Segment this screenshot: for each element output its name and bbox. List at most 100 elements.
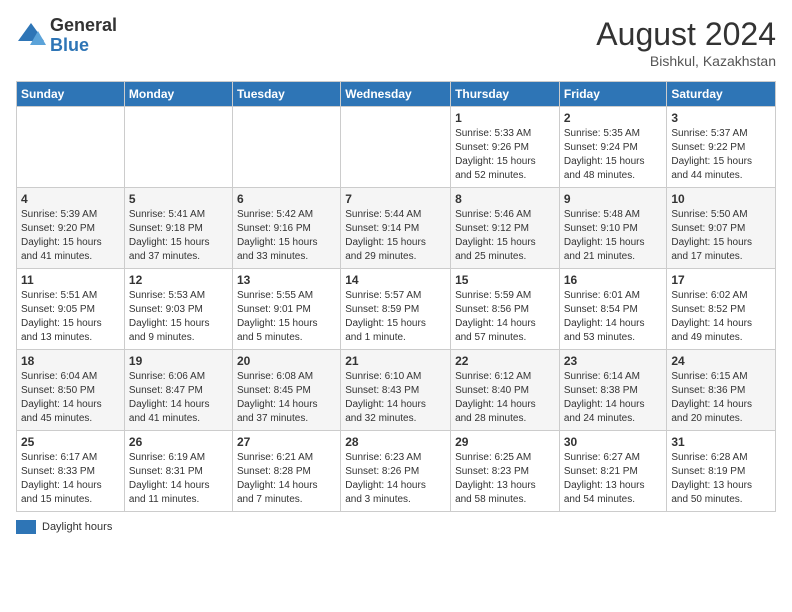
day-number: 17 [671,273,771,287]
day-number: 11 [21,273,120,287]
day-info: Sunrise: 5:48 AM Sunset: 9:10 PM Dayligh… [564,208,663,264]
calendar-day-cell: 23 Sunrise: 6:14 AM Sunset: 8:38 PM Dayli… [559,350,667,431]
day-number: 25 [21,435,120,449]
calendar-day-cell: 22 Sunrise: 6:12 AM Sunset: 8:40 PM Dayli… [451,350,560,431]
weekday-header: Thursday [451,82,560,107]
day-info: Sunrise: 5:59 AM Sunset: 8:56 PM Dayligh… [455,289,555,345]
day-number: 23 [564,354,663,368]
calendar-day-cell [17,107,125,188]
calendar-week-row: 11Sunrise: 5:51 AM Sunset: 9:05 PM Dayli… [17,269,776,350]
day-number: 29 [455,435,555,449]
day-number: 21 [345,354,446,368]
logo: General Blue [16,16,117,56]
day-info: Sunrise: 6:06 AM Sunset: 8:47 PM Dayligh… [129,370,228,426]
calendar-day-cell: 29 Sunrise: 6:25 AM Sunset: 8:23 PM Dayli… [451,431,560,512]
calendar-day-cell [232,107,340,188]
month-year: August 2024 [596,16,776,53]
day-info: Sunrise: 6:04 AM Sunset: 8:50 PM Dayligh… [21,370,120,426]
calendar-table: SundayMondayTuesdayWednesdayThursdayFrid… [16,81,776,512]
day-number: 16 [564,273,663,287]
calendar-day-cell: 31 Sunrise: 6:28 AM Sunset: 8:19 PM Dayli… [667,431,776,512]
day-number: 28 [345,435,446,449]
day-number: 12 [129,273,228,287]
calendar-day-cell [124,107,232,188]
calendar-day-cell: 24Sunrise: 6:15 AM Sunset: 8:36 PM Dayli… [667,350,776,431]
calendar-day-cell: 5Sunrise: 5:41 AM Sunset: 9:18 PM Daylig… [124,188,232,269]
logo-icon [16,21,46,51]
calendar-day-cell: 27Sunrise: 6:21 AM Sunset: 8:28 PM Dayli… [232,431,340,512]
day-info: Sunrise: 6:19 AM Sunset: 8:31 PM Dayligh… [129,451,228,507]
weekday-header: Monday [124,82,232,107]
day-number: 7 [345,192,446,206]
calendar-day-cell: 4 Sunrise: 5:39 AM Sunset: 9:20 PM Daylig… [17,188,125,269]
day-info: Sunrise: 5:42 AM Sunset: 9:16 PM Dayligh… [237,208,336,264]
calendar-day-cell: 18 Sunrise: 6:04 AM Sunset: 8:50 PM Dayli… [17,350,125,431]
day-number: 1 [455,111,555,125]
calendar-day-cell: 25 Sunrise: 6:17 AM Sunset: 8:33 PM Dayli… [17,431,125,512]
calendar-week-row: 18 Sunrise: 6:04 AM Sunset: 8:50 PM Dayli… [17,350,776,431]
calendar-day-cell: 13 Sunrise: 5:55 AM Sunset: 9:01 PM Dayli… [232,269,340,350]
calendar-day-cell: 10 Sunrise: 5:50 AM Sunset: 9:07 PM Dayli… [667,188,776,269]
day-number: 9 [564,192,663,206]
legend-label: Daylight hours [42,521,112,533]
day-info: Sunrise: 6:12 AM Sunset: 8:40 PM Dayligh… [455,370,555,426]
calendar-day-cell: 15 Sunrise: 5:59 AM Sunset: 8:56 PM Dayli… [451,269,560,350]
day-number: 13 [237,273,336,287]
calendar-week-row: 1Sunrise: 5:33 AM Sunset: 9:26 PM Daylig… [17,107,776,188]
calendar-day-cell: 9 Sunrise: 5:48 AM Sunset: 9:10 PM Daylig… [559,188,667,269]
day-info: Sunrise: 5:55 AM Sunset: 9:01 PM Dayligh… [237,289,336,345]
logo-text: General Blue [50,16,117,56]
day-number: 18 [21,354,120,368]
calendar-day-cell: 28Sunrise: 6:23 AM Sunset: 8:26 PM Dayli… [341,431,451,512]
calendar-day-cell: 21 Sunrise: 6:10 AM Sunset: 8:43 PM Dayli… [341,350,451,431]
day-info: Sunrise: 6:17 AM Sunset: 8:33 PM Dayligh… [21,451,120,507]
calendar-day-cell: 1Sunrise: 5:33 AM Sunset: 9:26 PM Daylig… [451,107,560,188]
day-number: 14 [345,273,446,287]
day-number: 24 [671,354,771,368]
day-info: Sunrise: 6:25 AM Sunset: 8:23 PM Dayligh… [455,451,555,507]
day-number: 22 [455,354,555,368]
day-number: 15 [455,273,555,287]
day-number: 20 [237,354,336,368]
legend: Daylight hours [16,520,776,534]
day-number: 26 [129,435,228,449]
day-number: 10 [671,192,771,206]
calendar-day-cell: 12 Sunrise: 5:53 AM Sunset: 9:03 PM Dayli… [124,269,232,350]
calendar-day-cell: 7 Sunrise: 5:44 AM Sunset: 9:14 PM Daylig… [341,188,451,269]
day-number: 2 [564,111,663,125]
calendar-day-cell: 20 Sunrise: 6:08 AM Sunset: 8:45 PM Dayli… [232,350,340,431]
day-info: Sunrise: 6:28 AM Sunset: 8:19 PM Dayligh… [671,451,771,507]
day-number: 19 [129,354,228,368]
weekday-header: Wednesday [341,82,451,107]
day-number: 30 [564,435,663,449]
calendar-day-cell: 26 Sunrise: 6:19 AM Sunset: 8:31 PM Dayli… [124,431,232,512]
day-info: Sunrise: 5:39 AM Sunset: 9:20 PM Dayligh… [21,208,120,264]
calendar-day-cell: 2 Sunrise: 5:35 AM Sunset: 9:24 PM Daylig… [559,107,667,188]
day-info: Sunrise: 5:53 AM Sunset: 9:03 PM Dayligh… [129,289,228,345]
day-info: Sunrise: 5:37 AM Sunset: 9:22 PM Dayligh… [671,127,771,183]
calendar-week-row: 25 Sunrise: 6:17 AM Sunset: 8:33 PM Dayli… [17,431,776,512]
day-info: Sunrise: 6:27 AM Sunset: 8:21 PM Dayligh… [564,451,663,507]
legend-color-box [16,520,36,534]
day-info: Sunrise: 6:08 AM Sunset: 8:45 PM Dayligh… [237,370,336,426]
day-info: Sunrise: 6:02 AM Sunset: 8:52 PM Dayligh… [671,289,771,345]
day-number: 31 [671,435,771,449]
day-info: Sunrise: 6:01 AM Sunset: 8:54 PM Dayligh… [564,289,663,345]
day-info: Sunrise: 5:46 AM Sunset: 9:12 PM Dayligh… [455,208,555,264]
day-info: Sunrise: 5:35 AM Sunset: 9:24 PM Dayligh… [564,127,663,183]
day-info: Sunrise: 6:10 AM Sunset: 8:43 PM Dayligh… [345,370,446,426]
calendar-day-cell: 14Sunrise: 5:57 AM Sunset: 8:59 PM Dayli… [341,269,451,350]
weekday-header: Tuesday [232,82,340,107]
day-info: Sunrise: 5:44 AM Sunset: 9:14 PM Dayligh… [345,208,446,264]
logo-blue: Blue [50,36,117,56]
weekday-header: Sunday [17,82,125,107]
day-info: Sunrise: 5:50 AM Sunset: 9:07 PM Dayligh… [671,208,771,264]
calendar-day-cell: 6Sunrise: 5:42 AM Sunset: 9:16 PM Daylig… [232,188,340,269]
calendar-day-cell: 3Sunrise: 5:37 AM Sunset: 9:22 PM Daylig… [667,107,776,188]
day-info: Sunrise: 6:14 AM Sunset: 8:38 PM Dayligh… [564,370,663,426]
day-number: 27 [237,435,336,449]
page-header: General Blue August 2024 Bishkul, Kazakh… [16,16,776,69]
weekday-header: Saturday [667,82,776,107]
day-number: 4 [21,192,120,206]
calendar-day-cell: 16 Sunrise: 6:01 AM Sunset: 8:54 PM Dayli… [559,269,667,350]
